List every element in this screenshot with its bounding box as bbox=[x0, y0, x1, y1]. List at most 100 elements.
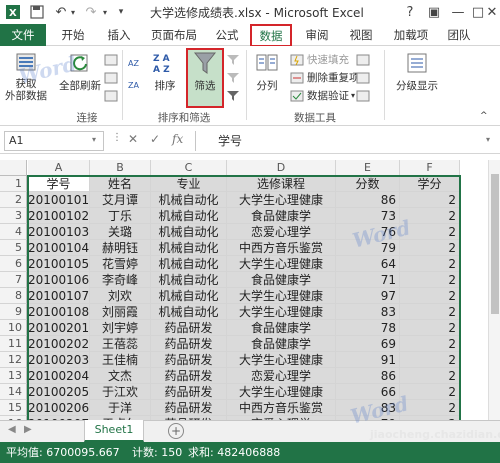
table-cell[interactable]: 王蓓蕊 bbox=[90, 336, 151, 352]
tab-file[interactable]: 文件 bbox=[0, 24, 46, 46]
table-cell[interactable]: 20100202 bbox=[28, 336, 90, 352]
table-cell[interactable]: 关璐 bbox=[90, 224, 151, 240]
table-cell[interactable]: 2 bbox=[400, 272, 460, 288]
restore-ribbon-icon[interactable]: ▣ bbox=[422, 2, 446, 22]
flash-fill-button[interactable]: 快速填充 bbox=[290, 52, 349, 67]
table-cell[interactable]: 20100107 bbox=[28, 288, 90, 304]
what-if-analysis-icon[interactable] bbox=[356, 70, 373, 85]
column-header[interactable]: B bbox=[90, 160, 151, 176]
row-header[interactable]: 1 bbox=[0, 176, 27, 192]
table-cell[interactable]: 食品健康学 bbox=[227, 320, 336, 336]
table-cell[interactable]: 药品研发 bbox=[151, 368, 227, 384]
tab-home[interactable]: 开始 bbox=[54, 24, 92, 46]
header-cell[interactable]: 分数 bbox=[336, 176, 400, 192]
table-cell[interactable]: 大学生心理健康 bbox=[227, 192, 336, 208]
table-cell[interactable]: 食品健康学 bbox=[227, 272, 336, 288]
undo-dropdown-icon[interactable]: ▾ bbox=[68, 3, 78, 21]
close-button[interactable]: ✕ bbox=[484, 2, 500, 22]
table-cell[interactable]: 赫明钰 bbox=[90, 240, 151, 256]
table-cell[interactable]: 大学生心理健康 bbox=[227, 304, 336, 320]
table-cell[interactable]: 2 bbox=[400, 288, 460, 304]
column-header[interactable]: A bbox=[28, 160, 90, 176]
table-cell[interactable]: 中西方音乐鉴赏 bbox=[227, 240, 336, 256]
vertical-scrollbar[interactable] bbox=[488, 160, 500, 420]
table-cell[interactable]: 2 bbox=[400, 352, 460, 368]
row-header[interactable]: 3 bbox=[0, 208, 27, 224]
row-header[interactable]: 4 bbox=[0, 224, 27, 240]
table-cell[interactable]: 66 bbox=[336, 384, 400, 400]
tab-formulas[interactable]: 公式 bbox=[208, 24, 246, 46]
insert-function-button[interactable]: fx bbox=[172, 132, 183, 150]
reapply-filter-icon[interactable] bbox=[226, 70, 243, 85]
expand-formula-icon[interactable]: ▾ bbox=[486, 135, 490, 153]
table-cell[interactable]: 刘欢 bbox=[90, 288, 151, 304]
table-cell[interactable]: 于江欢 bbox=[90, 384, 151, 400]
tab-addins[interactable]: 加载项 bbox=[386, 24, 436, 46]
refresh-all-button[interactable]: 全部刷新 bbox=[56, 50, 104, 93]
table-cell[interactable]: 2 bbox=[400, 224, 460, 240]
table-cell[interactable]: 食品健康学 bbox=[227, 208, 336, 224]
table-cell[interactable]: 机械自动化 bbox=[151, 224, 227, 240]
outline-button[interactable]: 分级显示 bbox=[390, 50, 444, 93]
table-cell[interactable]: 2 bbox=[400, 320, 460, 336]
table-cell[interactable]: 药品研发 bbox=[151, 384, 227, 400]
table-cell[interactable]: 机械自动化 bbox=[151, 256, 227, 272]
table-cell[interactable]: 恋爱心理学 bbox=[227, 368, 336, 384]
table-cell[interactable]: 79 bbox=[336, 240, 400, 256]
table-cell[interactable]: 20100103 bbox=[28, 224, 90, 240]
header-cell[interactable]: 学分 bbox=[400, 176, 460, 192]
formula-input[interactable]: 学号 bbox=[195, 131, 495, 151]
column-header[interactable]: E bbox=[336, 160, 400, 176]
select-all-corner[interactable] bbox=[0, 160, 27, 176]
table-cell[interactable]: 73 bbox=[336, 208, 400, 224]
table-cell[interactable]: 文杰 bbox=[90, 368, 151, 384]
sort-button[interactable]: Z AA Z 排序 bbox=[148, 50, 182, 93]
row-header[interactable]: 12 bbox=[0, 352, 27, 368]
row-header[interactable]: 8 bbox=[0, 288, 27, 304]
table-cell[interactable]: 2 bbox=[400, 400, 460, 416]
table-cell[interactable]: 机械自动化 bbox=[151, 288, 227, 304]
table-cell[interactable]: 78 bbox=[336, 320, 400, 336]
consolidate-icon[interactable] bbox=[356, 52, 373, 67]
table-cell[interactable]: 20100102 bbox=[28, 208, 90, 224]
table-cell[interactable]: 食品健康学 bbox=[227, 336, 336, 352]
table-cell[interactable]: 91 bbox=[336, 352, 400, 368]
properties-icon[interactable] bbox=[104, 70, 121, 85]
table-cell[interactable]: 药品研发 bbox=[151, 352, 227, 368]
table-cell[interactable]: 2 bbox=[400, 336, 460, 352]
header-cell[interactable]: 学号 bbox=[28, 176, 90, 192]
table-cell[interactable]: 2 bbox=[400, 240, 460, 256]
table-cell[interactable]: 20100205 bbox=[28, 384, 90, 400]
table-cell[interactable]: 20100104 bbox=[28, 240, 90, 256]
table-cell[interactable]: 20100106 bbox=[28, 272, 90, 288]
prev-sheet-icon[interactable]: ◀ bbox=[8, 424, 16, 435]
text-to-columns-button[interactable]: 分列 bbox=[250, 50, 284, 93]
table-cell[interactable]: 刘宇婷 bbox=[90, 320, 151, 336]
table-cell[interactable]: 69 bbox=[336, 336, 400, 352]
table-cell[interactable]: 李奇峰 bbox=[90, 272, 151, 288]
remove-duplicates-button[interactable]: 删除重复项 bbox=[290, 70, 360, 85]
row-header[interactable]: 9 bbox=[0, 304, 27, 320]
row-header[interactable]: 6 bbox=[0, 256, 27, 272]
table-cell[interactable]: 83 bbox=[336, 400, 400, 416]
cancel-button[interactable]: ✕ bbox=[128, 132, 138, 150]
column-header[interactable]: F bbox=[400, 160, 460, 176]
header-cell[interactable]: 姓名 bbox=[90, 176, 151, 192]
table-cell[interactable]: 大学生心理健康 bbox=[227, 384, 336, 400]
table-cell[interactable]: 97 bbox=[336, 288, 400, 304]
collapse-ribbon-icon[interactable]: ^ bbox=[480, 108, 488, 123]
column-header[interactable]: C bbox=[151, 160, 227, 176]
table-cell[interactable]: 于洋 bbox=[90, 400, 151, 416]
table-cell[interactable]: 恋爱心理学 bbox=[227, 224, 336, 240]
customize-toolbar-icon[interactable]: ▾ bbox=[114, 3, 128, 21]
header-cell[interactable]: 选修课程 bbox=[227, 176, 336, 192]
table-cell[interactable]: 83 bbox=[336, 304, 400, 320]
tab-insert[interactable]: 插入 bbox=[100, 24, 138, 46]
table-cell[interactable]: 86 bbox=[336, 192, 400, 208]
table-cell[interactable]: 2 bbox=[400, 304, 460, 320]
column-header[interactable]: D bbox=[227, 160, 336, 176]
table-cell[interactable]: 大学生心理健康 bbox=[227, 256, 336, 272]
help-button[interactable]: ? bbox=[398, 2, 422, 22]
data-validation-button[interactable]: 数据验证 ▾ bbox=[290, 88, 355, 103]
table-cell[interactable]: 艾月谭 bbox=[90, 192, 151, 208]
